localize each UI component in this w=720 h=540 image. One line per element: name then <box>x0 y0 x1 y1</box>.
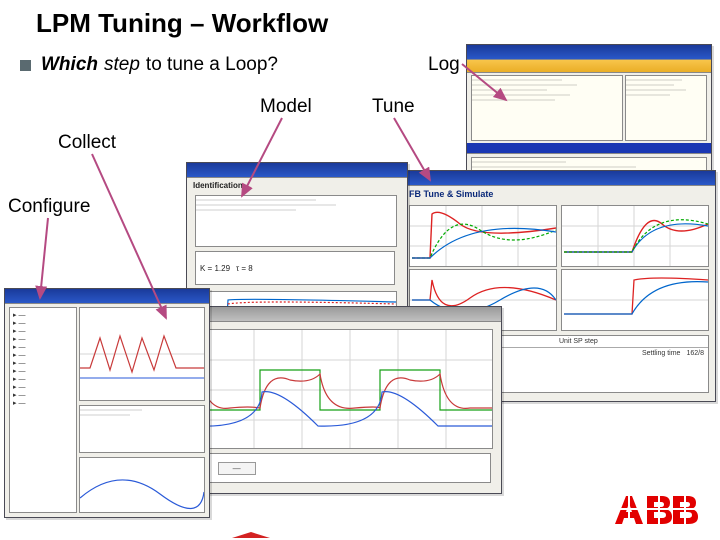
log-window-titlebar <box>467 45 711 60</box>
bullet-square-icon <box>20 60 31 71</box>
model-equation-pane: K = 1.29τ = 8 <box>195 251 395 285</box>
tune-step4-chart <box>561 269 709 331</box>
configure-buttons-pane <box>79 405 205 453</box>
question-row: Which step to tune a Loop? <box>20 54 278 76</box>
label-collect: Collect <box>58 132 116 154</box>
tune-window-caption: FB Tune & Simulate <box>409 189 493 199</box>
model-section-id: Identification <box>193 181 243 190</box>
model-id-pane <box>195 195 397 247</box>
log-params-pane <box>471 75 623 141</box>
configure-trend-chart <box>79 307 205 401</box>
collect-btn: — <box>218 462 256 475</box>
arrow-configure <box>40 218 48 298</box>
log-params-pane2 <box>625 75 707 141</box>
configure-zoom-pane <box>79 457 205 513</box>
label-configure: Configure <box>8 196 90 218</box>
label-tune: Tune <box>372 96 415 118</box>
configure-window: ▸ —▸ —▸ —▸ — ▸ —▸ —▸ —▸ — ▸ —▸ —▸ —▸ — <box>4 288 210 518</box>
tune-step2-chart <box>561 205 709 267</box>
log-separator <box>467 143 711 154</box>
label-log: Log <box>428 54 460 76</box>
log-window-toolbar <box>467 60 711 73</box>
model-window-titlebar <box>187 163 407 178</box>
abb-logo <box>614 494 698 526</box>
footer-red-mark <box>232 532 270 538</box>
label-model: Model <box>260 96 312 118</box>
tune-window-titlebar <box>401 171 715 186</box>
question-rest: to tune a Loop? <box>146 54 278 76</box>
question-word1: Which <box>41 54 98 76</box>
page-title: LPM Tuning – Workflow <box>36 8 328 39</box>
configure-window-titlebar <box>5 289 209 304</box>
configure-tree-pane: ▸ —▸ —▸ —▸ — ▸ —▸ —▸ —▸ — ▸ —▸ —▸ —▸ — <box>9 307 77 513</box>
tune-step1-chart <box>409 205 557 267</box>
question-word2: step <box>104 54 140 76</box>
